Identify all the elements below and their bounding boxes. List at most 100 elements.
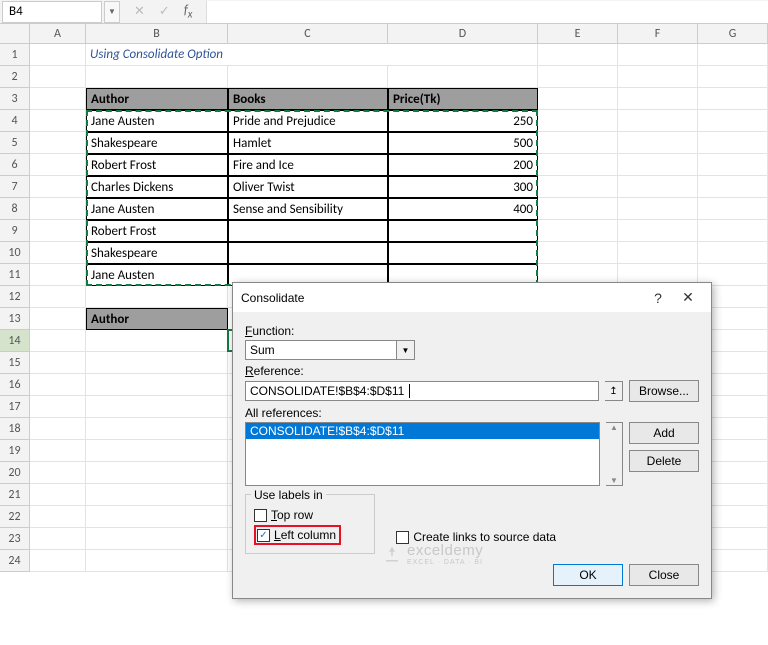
col-header-b[interactable]: B	[86, 24, 228, 43]
ok-button[interactable]: OK	[553, 564, 623, 586]
list-item[interactable]: CONSOLIDATE!$B$4:$D$11	[246, 423, 599, 439]
close-icon[interactable]: ✕	[673, 289, 703, 306]
cell[interactable]	[30, 374, 86, 396]
cell[interactable]	[30, 88, 86, 110]
cell-price[interactable]: 500	[388, 132, 538, 154]
cell[interactable]	[30, 66, 86, 88]
cell[interactable]	[30, 220, 86, 242]
cell[interactable]	[86, 352, 228, 374]
row-header[interactable]: 10	[0, 242, 29, 264]
cell[interactable]	[30, 110, 86, 132]
browse-button[interactable]: Browse...	[629, 380, 699, 402]
cell-price[interactable]: 200	[388, 154, 538, 176]
cell-author[interactable]: Jane Austen	[86, 264, 228, 286]
cell-books[interactable]	[228, 220, 388, 242]
cell-books[interactable]: Oliver Twist	[228, 176, 388, 198]
cell[interactable]	[698, 220, 768, 242]
cell[interactable]	[538, 66, 618, 88]
cell[interactable]	[618, 242, 698, 264]
cell[interactable]	[30, 330, 86, 352]
cell[interactable]	[698, 66, 768, 88]
cell[interactable]	[86, 396, 228, 418]
cell-author[interactable]: Shakespeare	[86, 242, 228, 264]
cell[interactable]	[30, 132, 86, 154]
cell[interactable]	[538, 220, 618, 242]
cell-author[interactable]: Shakespeare	[86, 132, 228, 154]
leftcol-checkbox[interactable]: ✓ Left column	[257, 528, 336, 542]
cell[interactable]	[538, 242, 618, 264]
cell-books[interactable]: Sense and Sensibility	[228, 198, 388, 220]
cell[interactable]	[618, 198, 698, 220]
cell-books[interactable]	[228, 242, 388, 264]
row-header[interactable]: 19	[0, 440, 29, 462]
cell[interactable]	[86, 418, 228, 440]
row-header[interactable]: 4	[0, 110, 29, 132]
chevron-down-icon[interactable]: ▼	[397, 340, 415, 360]
cell[interactable]	[30, 176, 86, 198]
cell[interactable]	[538, 110, 618, 132]
cell[interactable]	[30, 462, 86, 484]
function-combo[interactable]: Sum ▼	[245, 340, 415, 360]
cell[interactable]	[388, 66, 538, 88]
cell[interactable]	[618, 66, 698, 88]
cell[interactable]	[538, 198, 618, 220]
cell[interactable]	[698, 44, 768, 66]
cell[interactable]	[86, 374, 228, 396]
cell[interactable]	[30, 484, 86, 506]
cell[interactable]	[698, 132, 768, 154]
cell-price[interactable]: 300	[388, 176, 538, 198]
row-header[interactable]: 24	[0, 550, 29, 572]
col-header-f[interactable]: F	[618, 24, 698, 43]
delete-button[interactable]: Delete	[629, 450, 699, 472]
row-header[interactable]: 7	[0, 176, 29, 198]
cell[interactable]	[618, 110, 698, 132]
cell[interactable]	[618, 220, 698, 242]
fx-icon[interactable]: fx	[184, 3, 193, 21]
row-header[interactable]: 15	[0, 352, 29, 374]
cell[interactable]	[30, 242, 86, 264]
cell[interactable]	[30, 308, 86, 330]
col-header-e[interactable]: E	[538, 24, 618, 43]
row-header[interactable]: 6	[0, 154, 29, 176]
row-header[interactable]: 8	[0, 198, 29, 220]
cell-author[interactable]: Jane Austen	[86, 110, 228, 132]
cell-books[interactable]: Pride and Prejudice	[228, 110, 388, 132]
cell[interactable]	[698, 242, 768, 264]
cell-books[interactable]: Hamlet	[228, 132, 388, 154]
cell[interactable]	[30, 44, 86, 66]
range-picker-icon[interactable]: ↥	[605, 381, 623, 401]
col-header-c[interactable]: C	[228, 24, 388, 43]
row-header[interactable]: 1	[0, 44, 29, 66]
allrefs-listbox[interactable]: CONSOLIDATE!$B$4:$D$11	[245, 422, 600, 486]
cell[interactable]	[30, 264, 86, 286]
cell[interactable]	[30, 286, 86, 308]
cell[interactable]	[538, 154, 618, 176]
cell[interactable]	[618, 132, 698, 154]
reference-input[interactable]: CONSOLIDATE!$B$4:$D$11	[245, 381, 599, 401]
header-price[interactable]: Price(Tk)	[388, 88, 538, 110]
row-header[interactable]: 20	[0, 462, 29, 484]
cell[interactable]	[86, 528, 228, 550]
select-all-corner[interactable]	[0, 24, 30, 43]
row-header[interactable]: 18	[0, 418, 29, 440]
cell[interactable]	[86, 330, 228, 352]
header-author-2[interactable]: Author	[86, 308, 228, 330]
cell[interactable]	[618, 88, 698, 110]
row-header[interactable]: 22	[0, 506, 29, 528]
cell-author[interactable]: Robert Frost	[86, 154, 228, 176]
cell[interactable]	[228, 66, 388, 88]
cell[interactable]	[30, 506, 86, 528]
row-header[interactable]: 3	[0, 88, 29, 110]
cell-price[interactable]: 250	[388, 110, 538, 132]
cell-price[interactable]	[388, 242, 538, 264]
dialog-titlebar[interactable]: Consolidate ? ✕	[233, 283, 711, 312]
header-author[interactable]: Author	[86, 88, 228, 110]
close-button[interactable]: Close	[629, 564, 699, 586]
cell[interactable]	[86, 506, 228, 528]
cell[interactable]	[86, 550, 228, 572]
cell-price[interactable]	[388, 220, 538, 242]
row-header[interactable]: 16	[0, 374, 29, 396]
cell[interactable]	[618, 176, 698, 198]
cell[interactable]	[30, 198, 86, 220]
row-header[interactable]: 5	[0, 132, 29, 154]
